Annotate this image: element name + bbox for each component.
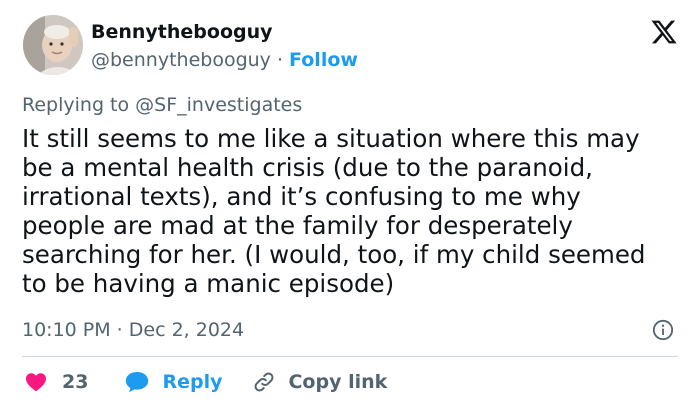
link-icon: [255, 372, 274, 392]
copy-link-button[interactable]: Copy link: [252, 370, 387, 394]
follow-button[interactable]: Follow: [289, 49, 358, 71]
handle-separator: ·: [270, 49, 290, 71]
divider: [22, 356, 678, 357]
heart-icon: [26, 373, 46, 392]
tweet-text-line: irrational texts), and it’s confusing to…: [22, 182, 581, 211]
tweet-text-line: people are mad at the family for despera…: [22, 211, 573, 240]
handle-row: @bennythebooguy · Follow: [91, 48, 358, 72]
reply-button[interactable]: Reply: [124, 370, 222, 394]
tweet-text-line: to be having a manic episode): [22, 269, 395, 298]
timestamp[interactable]: 10:10 PM · Dec 2, 2024: [22, 318, 244, 342]
like-count: 23: [62, 371, 89, 393]
x-logo-icon[interactable]: [650, 18, 678, 46]
avatar[interactable]: [23, 15, 83, 75]
tweet-text-line: searching for her. (I would, too, if my …: [22, 240, 646, 269]
info-icon[interactable]: [652, 319, 674, 341]
reply-label: Reply: [162, 371, 223, 393]
speech-bubble-icon: [126, 372, 149, 393]
tweet-text-line: be a mental health crisis (due to the pa…: [22, 153, 593, 182]
avatar-image: [23, 15, 83, 75]
copy-link-label: Copy link: [288, 371, 388, 393]
tweet-text-line: It still seems to me like a situation wh…: [22, 124, 640, 153]
tweet-text: It still seems to me like a situation wh…: [22, 124, 682, 298]
action-bar: 23 Reply Copy link: [24, 368, 387, 396]
display-name[interactable]: Bennythebooguy: [91, 20, 273, 44]
replying-to[interactable]: Replying to @SF_investigates: [22, 93, 302, 117]
like-button[interactable]: 23: [24, 370, 88, 394]
handle[interactable]: @bennythebooguy: [91, 49, 271, 71]
